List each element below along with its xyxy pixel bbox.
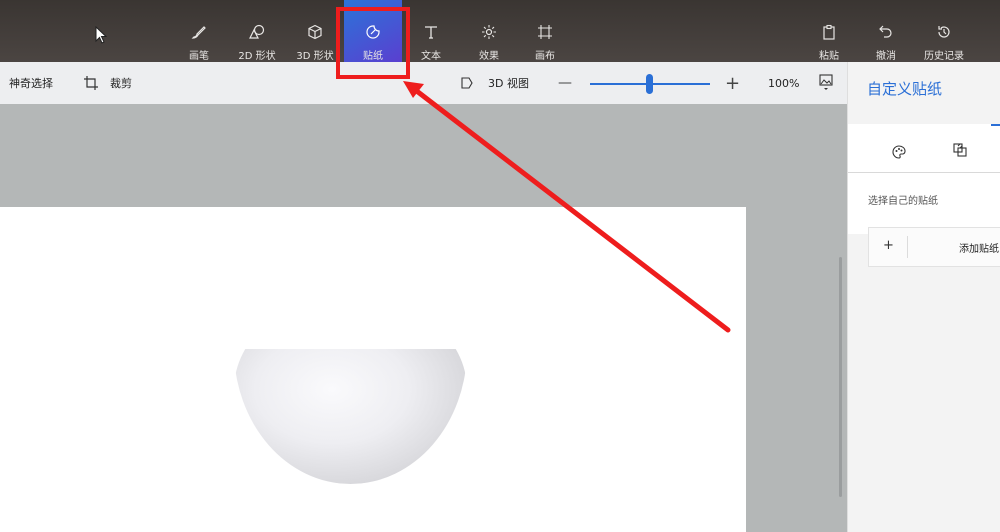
3d-view-icon xyxy=(461,77,473,89)
tool-label: 3D 形状 xyxy=(296,51,334,62)
zoom-minus-label: — xyxy=(558,75,572,91)
crop-icon xyxy=(84,76,98,90)
effects-icon xyxy=(482,25,496,39)
undo-button[interactable]: 撤消 xyxy=(857,0,915,62)
undo-icon xyxy=(879,25,892,38)
tool-canvas[interactable]: 画布 xyxy=(516,0,574,62)
tool-brush[interactable]: 画笔 xyxy=(170,0,228,62)
paste-icon xyxy=(823,24,835,40)
add-sticker-button[interactable]: + 添加贴纸 xyxy=(868,227,1000,267)
image-view-button[interactable] xyxy=(819,62,833,104)
annotation-highlight-box xyxy=(336,7,410,79)
tool-label: 文本 xyxy=(421,51,441,62)
text-icon xyxy=(425,26,437,39)
image-icon xyxy=(819,74,833,90)
drawing-canvas[interactable] xyxy=(0,207,746,532)
zoom-value: 100% xyxy=(768,62,799,104)
secondary-toolbar: 神奇选择 裁剪 3D 视图 — + 100% xyxy=(0,62,847,105)
panel-title: 自定义贴纸 xyxy=(867,80,943,98)
tool-label: 效果 xyxy=(479,51,499,62)
zoom-in-button[interactable]: + xyxy=(725,62,740,104)
tab-underline xyxy=(991,124,1000,126)
3d-view-button[interactable]: 3D 视图 xyxy=(460,62,529,104)
top-toolbar: 画笔 2D 形状 3D 形状 贴纸 文本 效果 画布 粘贴 撤消 历史记录 xyxy=(0,0,1000,62)
sticker-panel: 自定义贴纸 选择自己的贴纸 + 添加贴纸 xyxy=(847,62,1000,532)
tool-effects[interactable]: 效果 xyxy=(460,0,518,62)
tool-label: 画布 xyxy=(535,51,555,62)
zoom-slider[interactable] xyxy=(590,62,710,104)
tool-2d-shapes[interactable]: 2D 形状 xyxy=(228,0,286,62)
zoom-plus-label: + xyxy=(725,72,741,94)
crop-label: 裁剪 xyxy=(110,77,132,90)
tool-text[interactable]: 文本 xyxy=(402,0,460,62)
plus-icon: + xyxy=(883,238,894,253)
zoom-slider-thumb[interactable] xyxy=(646,74,653,94)
history-button[interactable]: 历史记录 xyxy=(915,0,973,62)
magic-select-button[interactable]: 神奇选择 xyxy=(9,62,53,104)
3d-view-label: 3D 视图 xyxy=(488,77,529,90)
add-divider xyxy=(907,236,908,258)
mouse-cursor-icon xyxy=(95,26,107,44)
tool-label: 2D 形状 xyxy=(238,51,276,62)
vertical-scrollbar[interactable] xyxy=(839,257,842,497)
tool-label: 画笔 xyxy=(189,51,209,62)
add-sticker-label: 添加贴纸 xyxy=(959,244,999,255)
undo-label: 撤消 xyxy=(876,51,896,62)
tab-stickers-palette-icon[interactable] xyxy=(891,144,907,160)
panel-hint: 选择自己的贴纸 xyxy=(868,196,938,207)
2d-shapes-icon xyxy=(249,24,265,39)
panel-divider xyxy=(848,172,1000,173)
canvas-icon xyxy=(538,25,552,39)
zoom-out-button[interactable]: — xyxy=(558,62,572,104)
crop-button[interactable]: 裁剪 xyxy=(84,62,132,104)
3d-shape-object[interactable] xyxy=(234,349,467,484)
paste-button[interactable]: 粘贴 xyxy=(800,0,858,62)
tab-textures-icon[interactable] xyxy=(952,142,968,158)
zoom-value-label: 100% xyxy=(768,76,800,90)
brush-icon xyxy=(191,26,206,39)
magic-select-label: 神奇选择 xyxy=(9,77,53,90)
3d-shapes-icon xyxy=(308,24,322,40)
panel-tabs xyxy=(848,124,1000,234)
paste-label: 粘贴 xyxy=(819,51,839,62)
history-icon xyxy=(938,26,950,38)
history-label: 历史记录 xyxy=(924,51,964,62)
